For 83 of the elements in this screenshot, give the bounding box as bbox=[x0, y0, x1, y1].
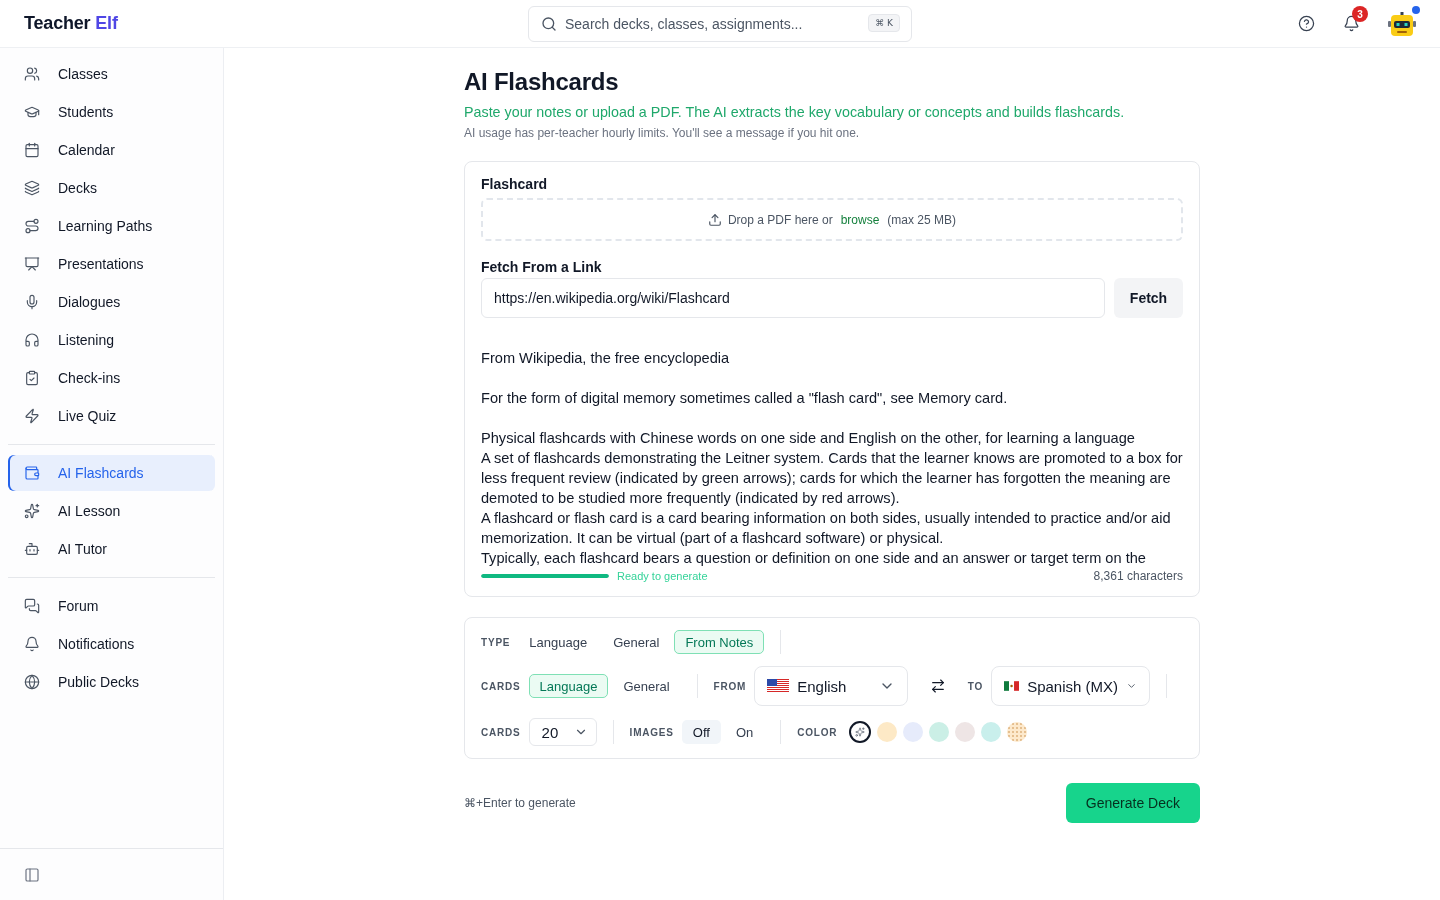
sidebar-item[interactable]: Listening bbox=[8, 322, 215, 358]
sidebar-item[interactable]: Presentations bbox=[8, 246, 215, 282]
presentation-board-icon bbox=[24, 256, 40, 272]
robot-icon bbox=[24, 541, 40, 557]
page-subtitle: Paste your notes or upload a PDF. The AI extracts the key vocabulary or concepts and builds flashcards. bbox=[464, 103, 1126, 122]
page-title: AI Flashcards bbox=[464, 67, 620, 97]
field-label: Fetch From a Link bbox=[481, 258, 603, 277]
swatch-icon[interactable] bbox=[981, 722, 1002, 742]
notification-badge: 3 bbox=[1352, 6, 1368, 22]
sidebar-item[interactable]: Decks bbox=[8, 170, 215, 206]
swatch-icon[interactable] bbox=[903, 722, 924, 742]
card-style-option[interactable]: General bbox=[612, 674, 681, 698]
users-icon bbox=[24, 66, 40, 82]
option-label: CARDS bbox=[481, 726, 521, 738]
sidebar-item[interactable]: Classes bbox=[8, 56, 215, 92]
option-label: COLOR bbox=[797, 726, 838, 738]
sidebar-item[interactable]: Live Quiz bbox=[8, 398, 215, 434]
help-icon[interactable] bbox=[1298, 15, 1315, 32]
images-option[interactable]: Off bbox=[681, 720, 721, 744]
wallet-icon bbox=[24, 465, 40, 481]
shortcut-hint: ⌘+Enter to generate bbox=[464, 796, 576, 810]
status-text: Ready to generate bbox=[617, 570, 708, 582]
sidebar-item[interactable]: Notifications bbox=[8, 626, 215, 662]
graduation-cap-icon bbox=[24, 104, 40, 120]
sidebar-item[interactable]: AI Lesson bbox=[8, 493, 215, 529]
option-label: TO bbox=[967, 680, 984, 692]
fetch-button[interactable]: Fetch bbox=[1114, 278, 1183, 318]
sidebar-item[interactable]: Students bbox=[8, 94, 215, 130]
dotted-swatch-icon[interactable] bbox=[1007, 722, 1028, 742]
swatch-icon[interactable] bbox=[877, 722, 898, 742]
logo[interactable]: Teacher Elf bbox=[24, 13, 118, 34]
calendar-icon bbox=[24, 142, 40, 158]
swap-icon[interactable] bbox=[929, 678, 946, 694]
route-icon bbox=[24, 218, 40, 234]
generate-button[interactable]: Generate Deck bbox=[1065, 783, 1200, 823]
language-select[interactable]: Spanish (MX) bbox=[991, 666, 1151, 706]
sidebar-item[interactable]: AI Tutor bbox=[8, 531, 215, 567]
microphone-icon bbox=[24, 294, 40, 310]
option-label: TYPE bbox=[481, 636, 511, 648]
sidebar-item[interactable]: Learning Paths bbox=[8, 208, 215, 244]
dropzone-text: Drop a PDF here or bbox=[727, 212, 833, 227]
type-option[interactable]: Language bbox=[518, 630, 599, 654]
option-label: IMAGES bbox=[629, 726, 674, 738]
us-flag-icon bbox=[767, 679, 790, 693]
type-option[interactable]: From Notes bbox=[674, 630, 765, 654]
robot-avatar-icon[interactable] bbox=[1388, 11, 1416, 36]
section-label: Flashcard bbox=[481, 175, 549, 194]
language-select[interactable]: English bbox=[754, 666, 908, 706]
option-label: CARDS bbox=[481, 680, 521, 692]
globe-icon bbox=[24, 674, 40, 690]
status-dot-icon bbox=[1412, 5, 1420, 14]
url-input[interactable]: https://en.wikipedia.org/wiki/Flashcard bbox=[481, 278, 1105, 318]
sidebar-item[interactable]: Dialogues bbox=[8, 284, 215, 320]
character-count: 8,361 characters bbox=[1093, 569, 1183, 583]
sidebar-toggle-icon[interactable] bbox=[24, 866, 40, 883]
search-icon bbox=[541, 15, 557, 32]
swatch-icon[interactable] bbox=[955, 722, 976, 742]
mexico-flag-icon bbox=[1004, 679, 1020, 693]
swatch-icon[interactable] bbox=[929, 722, 950, 742]
sidebar-item[interactable]: Forum bbox=[8, 588, 215, 624]
sidebar-item[interactable]: Calendar bbox=[8, 132, 215, 168]
size-limit-text: (max 25 MB) bbox=[887, 212, 957, 227]
bell-icon bbox=[24, 636, 40, 652]
sparkle-swatch-icon[interactable] bbox=[849, 721, 872, 743]
browse-link[interactable]: browse bbox=[840, 212, 880, 227]
lightning-icon bbox=[24, 408, 40, 424]
layers-icon bbox=[24, 180, 40, 196]
option-label: FROM bbox=[713, 680, 747, 692]
sidebar-item[interactable]: Public Decks bbox=[8, 664, 215, 700]
chat-bubbles-icon bbox=[24, 598, 40, 614]
pdf-dropzone[interactable]: Drop a PDF here or browse (max 25 MB) bbox=[481, 198, 1183, 241]
sidebar-item[interactable]: AI Flashcards bbox=[8, 455, 215, 491]
card-count-select[interactable]: 20 bbox=[528, 718, 597, 746]
clipboard-check-icon bbox=[24, 370, 40, 386]
card-style-option[interactable]: Language bbox=[528, 674, 609, 698]
sparkles-icon bbox=[24, 503, 40, 519]
sidebar-item[interactable]: Check-ins bbox=[8, 360, 215, 396]
headphones-icon bbox=[24, 332, 40, 348]
notes-textarea[interactable]: From Wikipedia, the free encyclopedia For the form of digital memory sometimes called a "flash card", see Memory card. Physical flashcards with Chinese words on one side and English on the other, for learning a language A set of flashcards demonstrating the Leitner system. Cards that the learner knows are promoted to a box for less frequent review (indicated by green arrows); cards for which the learner has forgotten the meaning are demoted to be studied more frequently (indicated by red arrows). A flashcard or flash card is a card bearing information on both sides, usually intended to practice and/or aid memorization. It can be virtual (part of a flashcard software) or physical. Typically, each flashcard bears a question or definition on one side and an answer or target term on the bbox=[481, 348, 1183, 568]
images-option[interactable]: On bbox=[724, 720, 765, 744]
upload-icon bbox=[707, 212, 722, 227]
usage-note: AI usage has per-teacher hourly limits. You'll see a message if you hit one. bbox=[464, 125, 861, 141]
type-option[interactable]: General bbox=[602, 630, 671, 654]
